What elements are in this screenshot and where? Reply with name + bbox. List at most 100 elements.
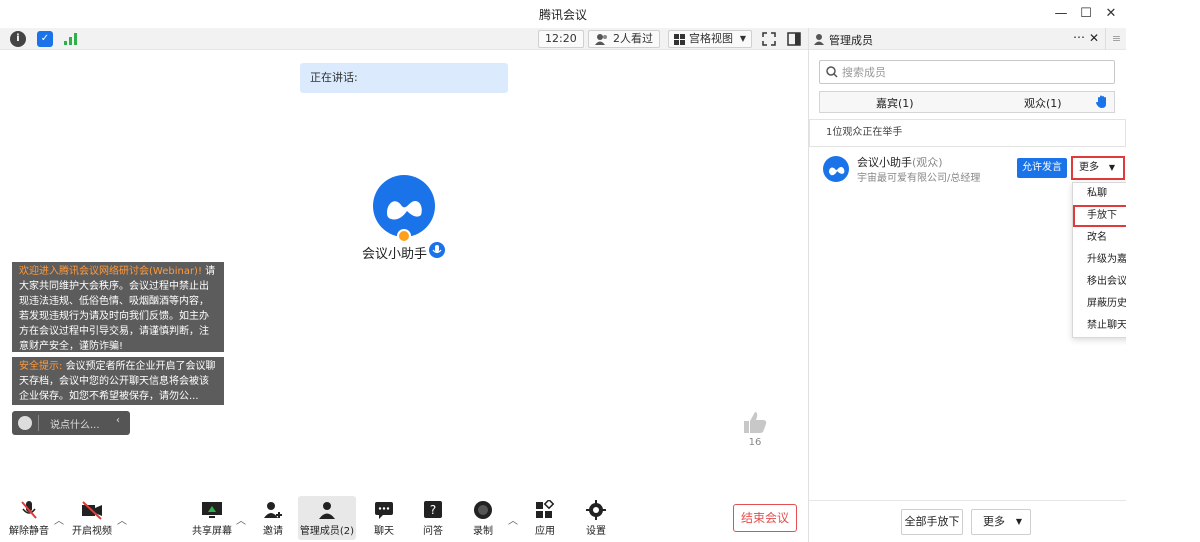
tab-audience[interactable]: 观众(1) [1024,95,1062,111]
unmute-label: 解除静音 [9,526,49,537]
share-screen-icon [202,502,222,518]
end-meeting-button[interactable]: 结束会议 [733,504,797,532]
sidebar-toggle-icon[interactable] [787,32,801,46]
apps-label: 应用 [535,526,555,537]
meeting-window: 腾讯会议 — ☐ ✕ i ✓ 12:20 2人看过 宫格视图 ▼ 正在讲话: 会… [0,0,1127,542]
invite-icon [264,502,282,518]
close-panel-icon[interactable]: ✕ [1089,31,1099,45]
footer-more-label: 更多 [983,515,1005,528]
divider [38,415,39,431]
question-icon: ? [424,501,442,518]
share-screen-button[interactable]: 共享屏幕 [191,496,233,540]
qa-label: 问答 [423,526,443,537]
camera-off-icon [82,501,102,520]
invite-label: 邀请 [263,526,283,537]
chevron-down-icon: ▼ [1108,163,1115,172]
lower-all-hands-button[interactable]: 全部手放下 [901,509,963,535]
raised-hand-icon [1096,95,1106,108]
mic-active-icon [429,242,445,258]
collapse-icon[interactable]: ‹ [116,415,120,426]
meeting-info-bar: i ✓ 12:20 2人看过 宫格视图 ▼ [0,28,808,50]
shield-icon[interactable]: ✓ [37,31,53,47]
panel-footer: 全部手放下 更多 ▼ [809,500,1127,542]
mic-muted-icon [21,501,37,519]
tab-guests[interactable]: 嘉宾(1) [876,95,914,111]
share-options-caret-icon[interactable]: ︿ [236,512,246,527]
emoji-icon[interactable] [18,416,32,430]
member-icon [814,34,824,45]
chat-label: 聊天 [374,526,394,537]
search-icon [826,66,838,78]
settings-button[interactable]: 设置 [582,496,610,540]
member-role: (观众) [912,156,943,169]
chat-message-body: 请大家共同维护大会秩序。会议过程中禁止出现违法违规、低俗色情、吸烟酗酒等内容，若… [19,266,216,352]
hand-raise-notice: 1位观众正在举手 [809,119,1126,147]
fullscreen-icon[interactable] [762,32,776,46]
more-options-icon[interactable]: ⋯ [1073,30,1085,44]
member-name-text: 会议小助手 [857,156,912,169]
like-count: 16 [748,437,762,448]
share-screen-label: 共享屏幕 [192,526,232,537]
chat-message-highlight: 欢迎进入腾讯会议网络研讨会(Webinar)! [19,266,202,277]
viewers-button[interactable]: 2人看过 [588,30,660,48]
info-icon[interactable]: i [10,31,26,47]
record-options-caret-icon[interactable]: ︿ [508,512,518,527]
footer-more-button[interactable]: 更多 ▼ [971,509,1031,535]
menu-icon[interactable]: ≡ [1105,28,1127,50]
manage-members-button[interactable]: 管理成员(2) [298,496,356,540]
chevron-down-icon: ▼ [739,34,746,43]
apps-button[interactable]: 应用 [531,496,559,540]
chat-input-placeholder: 说点什么... [50,420,100,431]
member-more-label: 更多 [1079,162,1099,173]
viewers-label: 2人看过 [613,32,653,45]
maximize-button[interactable]: ☐ [1075,4,1097,24]
chat-message-security: 安全提示: 会议预定者所在企业开启了会议聊天存档，会议中您的公开聊天信息将会被该… [12,357,224,405]
participant-avatar[interactable] [373,175,435,237]
member-name: 会议小助手(观众) [857,154,943,170]
chat-message-welcome: 欢迎进入腾讯会议网络研讨会(Webinar)! 请大家共同维护大会秩序。会议过程… [12,262,224,352]
member-search-input[interactable] [842,64,1102,80]
tencent-meeting-logo-icon [387,201,422,220]
chat-button[interactable]: 聊天 [370,496,398,540]
participant-name: 会议小助手 [362,247,428,262]
qa-button[interactable]: ? 问答 [419,496,447,540]
chat-message-highlight: 安全提示: [19,361,63,372]
invite-button[interactable]: 邀请 [258,496,288,540]
minimize-button[interactable]: — [1050,4,1072,24]
like-counter[interactable]: 16 [740,410,770,448]
member-more-button[interactable]: 更多 ▼ [1071,156,1125,180]
speaking-indicator: 正在讲话: [300,63,508,93]
svg-text:?: ? [430,503,436,517]
video-options-caret-icon[interactable]: ︿ [117,512,127,527]
tencent-meeting-logo-icon [829,167,845,176]
settings-label: 设置 [586,526,606,537]
view-mode-label: 宫格视图 [689,32,733,45]
chat-icon [375,502,393,519]
meeting-time: 12:20 [538,30,584,48]
member-avatar [823,156,849,182]
member-tabs: 嘉宾(1) 观众(1) [819,91,1115,113]
bottom-toolbar: 解除静音 ︿ 开启视频 ︿ 共享屏幕 ︿ 邀请 管理成员(2) 聊天 ? 问答 [0,494,808,542]
audio-options-caret-icon[interactable]: ︿ [54,512,64,527]
member-org: 宇宙最可爱有限公司/总经理 [857,173,981,184]
gear-icon [586,500,606,520]
start-video-button[interactable]: 开启视频 [70,496,114,540]
window-title: 腾讯会议 [538,8,587,22]
people-icon [595,34,607,45]
user-badge-icon [397,229,411,243]
unmute-button[interactable]: 解除静音 [8,496,50,540]
signal-icon[interactable] [64,33,78,45]
allow-speak-button[interactable]: 允许发言 [1017,158,1067,178]
panel-header: 管理成员 ⋯ ✕ ≡ [809,28,1127,50]
view-mode-dropdown[interactable]: 宫格视图 ▼ [668,30,752,48]
panel-title: 管理成员 [829,34,873,47]
apps-icon [536,500,555,518]
chat-quick-input[interactable]: 说点什么... ‹ [12,411,130,435]
grid-icon [674,34,685,45]
member-search-field[interactable] [819,60,1115,84]
close-button[interactable]: ✕ [1100,4,1122,24]
members-icon [319,502,335,519]
title-bar: 腾讯会议 — ☐ ✕ [0,0,1126,28]
background-area [1126,0,1200,542]
record-button[interactable]: 录制 [469,496,497,540]
